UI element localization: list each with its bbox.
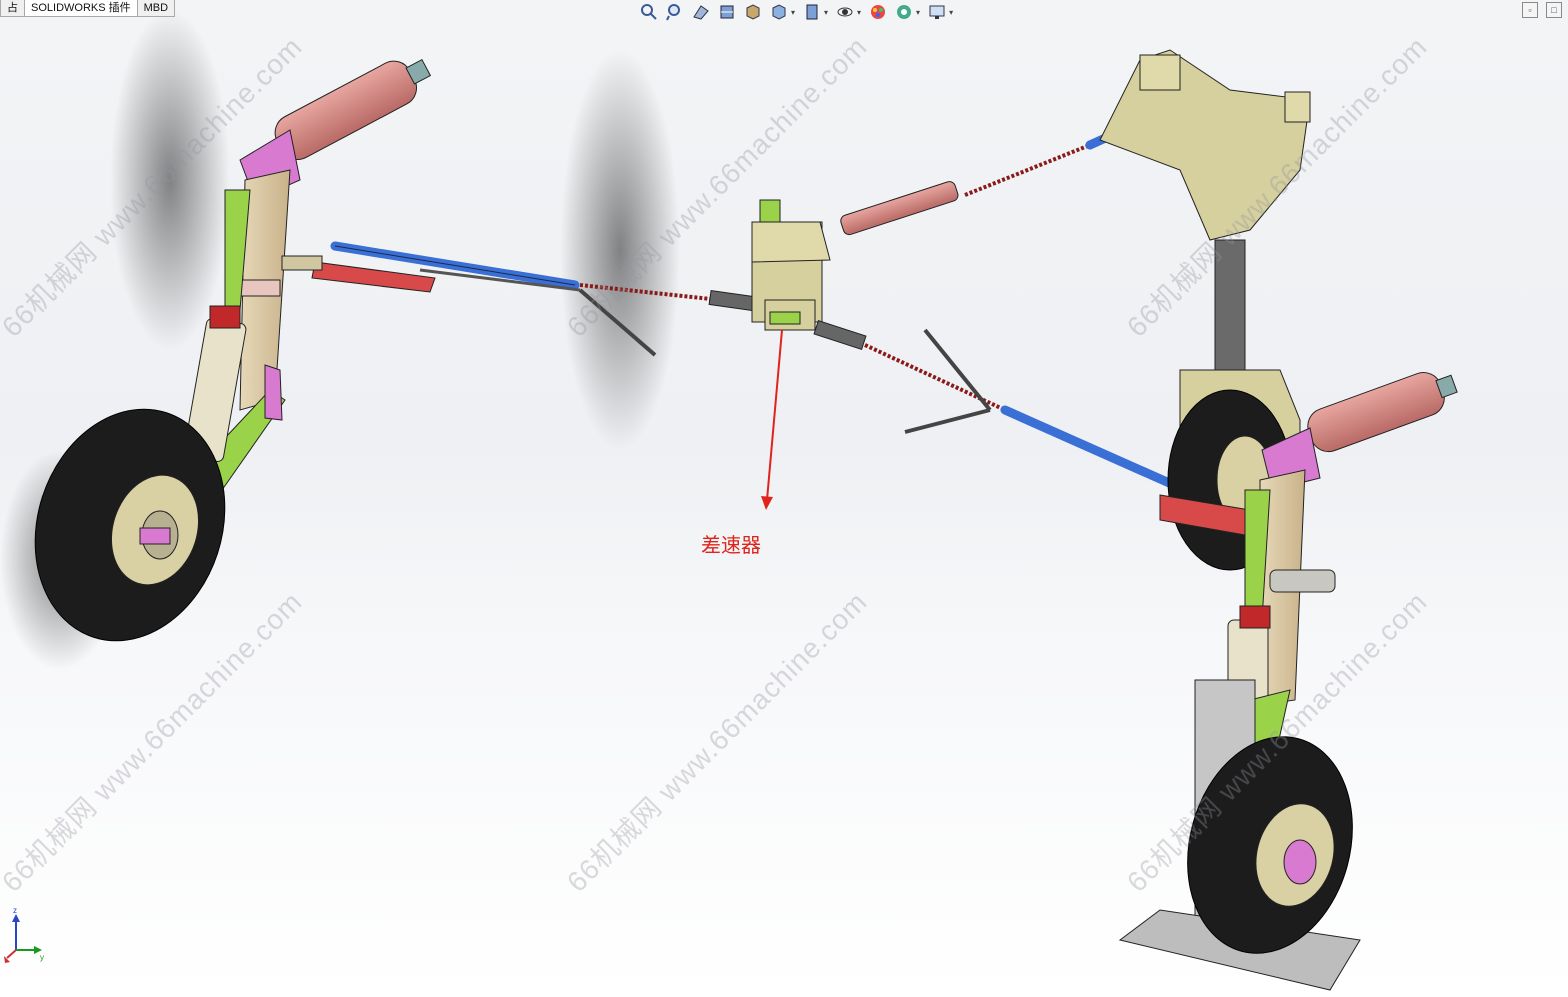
zoom-to-area-icon[interactable] [664, 1, 686, 23]
shadow [110, 10, 230, 350]
landing-gear-model[interactable] [0, 0, 1568, 997]
differential-callout-label: 差速器 [701, 535, 761, 557]
section-view-icon[interactable] [716, 1, 738, 23]
display-monitor-icon[interactable] [926, 1, 948, 23]
tab-mbd[interactable]: MBD [136, 0, 176, 17]
maximize-icon[interactable]: □ [1546, 2, 1562, 18]
differential [751, 199, 831, 331]
triad-y-label: y [40, 953, 44, 962]
hide-show-icon[interactable] [801, 1, 823, 23]
tab-sketch[interactable]: 占 [0, 0, 25, 17]
triad-z-label: z [13, 906, 17, 915]
shadow [560, 50, 680, 450]
chevron-down-icon[interactable]: ▾ [824, 8, 828, 17]
tab-solidworks-addins[interactable]: SOLIDWORKS 插件 [24, 0, 138, 17]
chevron-down-icon[interactable]: ▾ [857, 8, 861, 17]
chevron-down-icon[interactable]: ▾ [916, 8, 920, 17]
reference-triad: z y [4, 906, 44, 963]
chevron-down-icon[interactable]: ▾ [949, 8, 953, 17]
command-manager-tabs: 占 SOLIDWORKS 插件 MBD [0, 0, 176, 17]
right-actuator [1307, 372, 1445, 453]
display-style-icon[interactable] [768, 1, 790, 23]
left-side-brace [311, 261, 436, 293]
restore-icon[interactable]: ▫ [1522, 2, 1538, 18]
view-orientation-icon[interactable] [742, 1, 764, 23]
edit-appearance-icon[interactable] [834, 1, 856, 23]
callout-arrowhead [761, 496, 773, 510]
previous-view-icon[interactable] [690, 1, 712, 23]
view-settings-icon[interactable] [893, 1, 915, 23]
callout-leader [766, 329, 783, 501]
upper-pink-rod [840, 181, 959, 236]
apply-scene-icon[interactable] [867, 1, 889, 23]
graphics-area[interactable]: 66机械网 www.66machine.com 66机械网 www.66mach… [0, 0, 1568, 997]
viewport-controls: ▫ □ [1522, 2, 1562, 18]
chevron-down-icon[interactable]: ▾ [791, 8, 795, 17]
zoom-to-fit-icon[interactable] [638, 1, 660, 23]
heads-up-view-toolbar: ▾ ▾ ▾ ▾ ▾ [638, 0, 955, 24]
